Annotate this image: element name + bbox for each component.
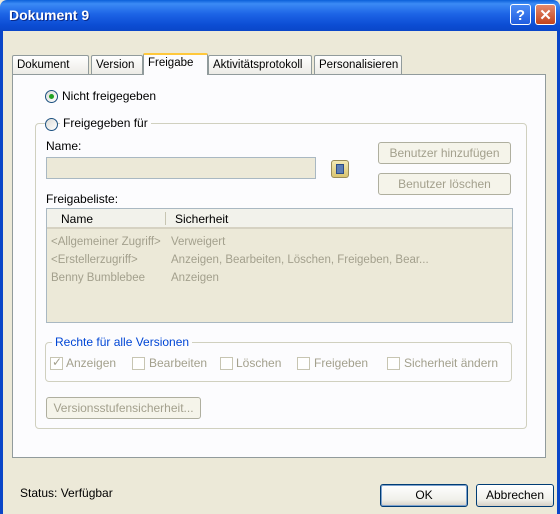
title-bar: Dokument 9 ? ✕ [0,0,560,31]
table-row[interactable]: Benny Bumblebee Anzeigen [51,272,506,288]
tab-freigabe[interactable]: Freigabe [143,53,208,75]
tab-version[interactable]: Version [91,55,143,74]
share-list[interactable]: Name Sicherheit <Allgemeiner Zugriff> Ve… [46,208,513,323]
row-name: <Allgemeiner Zugriff> [51,236,161,248]
address-book-icon[interactable] [331,160,349,178]
remove-user-button[interactable]: Benutzer löschen [378,173,511,195]
shared-for-radio[interactable] [45,118,58,131]
right-change-security-label: Sicherheit ändern [404,356,499,370]
shared-for-label: Freigegeben für [60,116,151,130]
name-input[interactable] [46,157,316,179]
column-security-header[interactable]: Sicherheit [175,212,228,226]
window-title: Dokument 9 [9,7,90,23]
column-separator[interactable] [165,212,166,225]
right-change-security-checkbox[interactable] [387,357,400,370]
add-user-button[interactable]: Benutzer hinzufügen [378,142,511,164]
not-shared-label: Nicht freigegeben [62,89,157,103]
row-name: <Erstellerzugriff> [51,254,138,266]
right-edit-checkbox[interactable] [132,357,145,370]
right-share-checkbox[interactable] [297,357,310,370]
right-delete-label: Löschen [236,356,282,370]
column-name-header[interactable]: Name [61,212,93,226]
share-list-label: Freigabeliste: [46,192,119,206]
help-button[interactable]: ? [510,4,531,25]
right-delete-checkbox[interactable] [220,357,233,370]
status-text: Status: Verfügbar [20,486,113,500]
right-edit-label: Bearbeiten [149,356,208,370]
table-row[interactable]: <Allgemeiner Zugriff> Verweigert [51,236,506,252]
row-security: Verweigert [171,236,226,248]
row-security: Anzeigen [171,272,219,284]
cancel-button[interactable]: Abbrechen [476,484,554,507]
name-label: Name: [46,139,82,153]
right-view-checkbox[interactable] [50,355,63,370]
table-row[interactable]: <Erstellerzugriff> Anzeigen, Bearbeiten,… [51,254,506,270]
tab-personalisieren[interactable]: Personalisieren [314,55,402,74]
row-name: Benny Bumblebee [51,272,145,284]
share-list-header: Name Sicherheit [47,209,512,229]
close-button[interactable]: ✕ [535,4,556,25]
ok-button[interactable]: OK [380,484,468,507]
rights-legend: Rechte für alle Versionen [52,335,193,349]
version-security-button[interactable]: Versionsstufensicherheit... [46,397,201,419]
right-share-label: Freigeben [314,356,369,370]
tab-dokument[interactable]: Dokument [12,55,89,74]
right-view-label: Anzeigen [66,356,117,370]
tab-aktivitaetsprotokoll[interactable]: Aktivitätsprotokoll [208,55,312,74]
not-shared-radio[interactable] [45,90,58,103]
row-security: Anzeigen, Bearbeiten, Löschen, Freigeben… [171,254,429,266]
